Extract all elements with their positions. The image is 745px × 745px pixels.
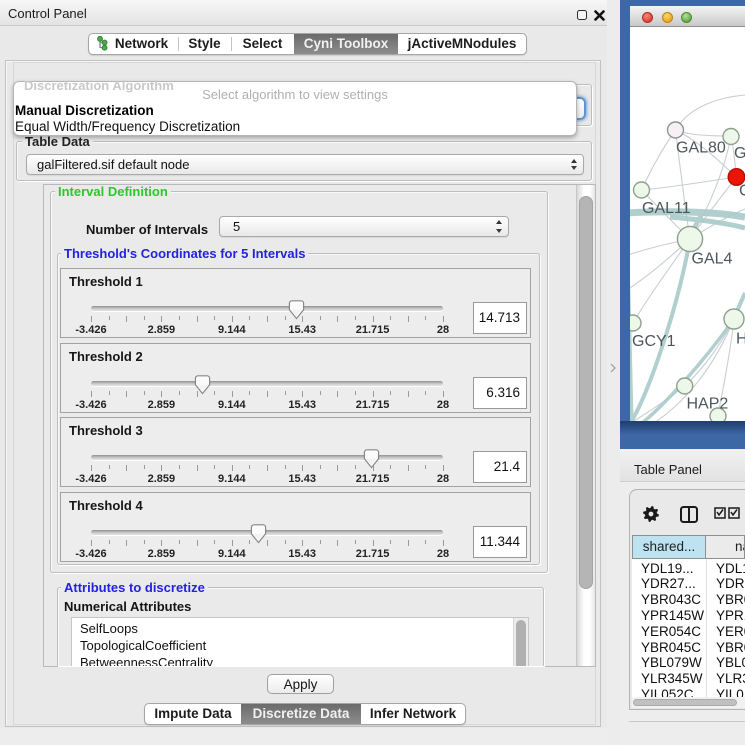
svg-text:GAL11: GAL11 (642, 200, 691, 217)
svg-text:GAL4: GAL4 (692, 251, 733, 268)
svg-text:G.: G. (734, 145, 745, 162)
svg-text:GAL80: GAL80 (676, 140, 726, 157)
svg-text:H: H (736, 331, 745, 348)
svg-text:HAP2: HAP2 (687, 396, 729, 413)
svg-text:GCY1: GCY1 (632, 333, 676, 350)
svg-text:C: C (739, 183, 745, 200)
